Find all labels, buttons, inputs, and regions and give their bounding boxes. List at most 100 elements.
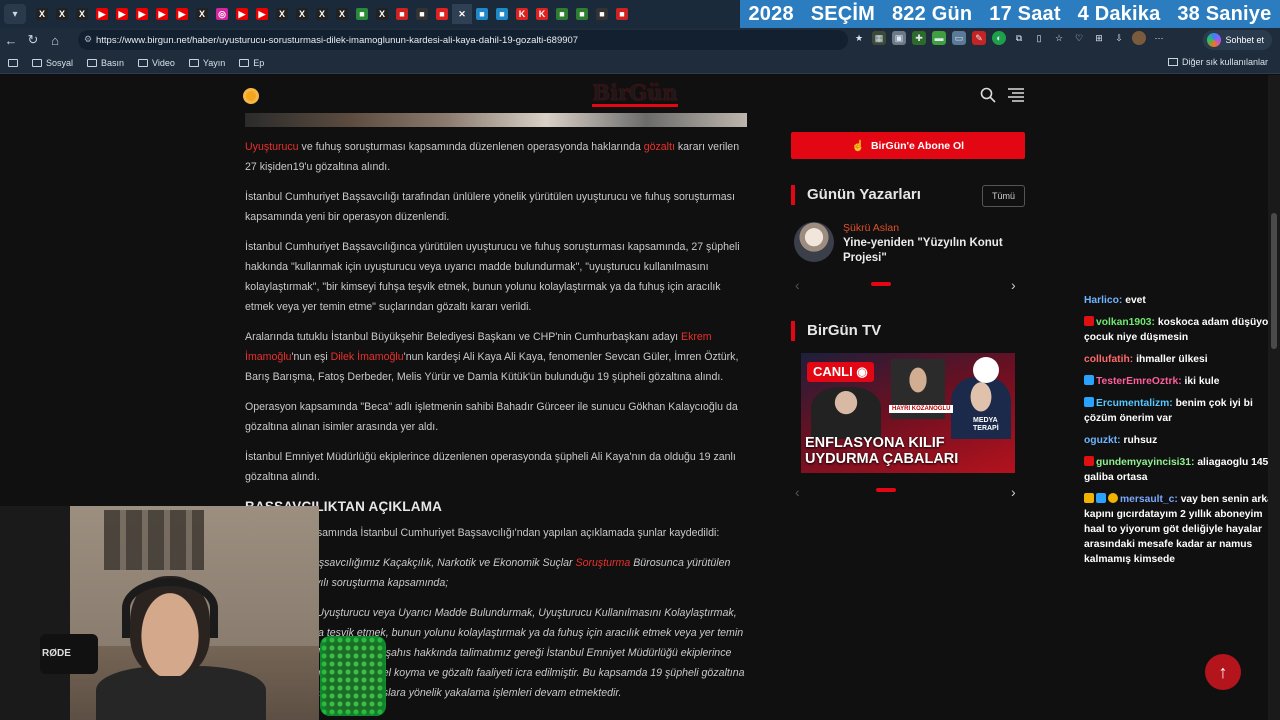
tab-news[interactable]: ■ bbox=[612, 4, 632, 24]
extension-icon[interactable]: ◐ bbox=[992, 31, 1006, 45]
collections-icon[interactable]: ⊞ bbox=[1092, 31, 1106, 45]
search-icon[interactable] bbox=[980, 87, 996, 103]
tab-news[interactable]: K bbox=[512, 4, 532, 24]
theme-toggle-sun-icon[interactable] bbox=[243, 88, 259, 104]
tab-youtube[interactable]: ▶ bbox=[112, 4, 132, 24]
extension-icon[interactable]: ▦ bbox=[872, 31, 886, 45]
back-arrow-icon[interactable]: ← bbox=[0, 29, 22, 51]
hamburger-menu-icon[interactable] bbox=[1008, 88, 1024, 102]
extension-icon[interactable]: ✚ bbox=[912, 31, 926, 45]
tab-x[interactable]: X bbox=[32, 4, 52, 24]
tv-video-thumbnail[interactable]: CANLI ◉ HAYRİ KOZANOĞLU MEDYA TERAPİ ENF… bbox=[801, 353, 1015, 473]
guest-photo bbox=[811, 387, 881, 439]
address-bar[interactable]: ⚙ https://www.birgun.net/haber/uyusturuc… bbox=[78, 30, 848, 50]
chat-message: volkan1903: koskoca adam düşüyor çocuk n… bbox=[1084, 315, 1274, 345]
author-card[interactable]: Şükrü Aslan Yine-yeniden "Yüzyılın Konut… bbox=[794, 222, 1024, 266]
tab-x[interactable]: X bbox=[72, 4, 92, 24]
tag-link[interactable]: Uyuşturucu bbox=[245, 141, 299, 153]
tab-x[interactable]: X bbox=[192, 4, 212, 24]
chat-username: collufatih: bbox=[1084, 354, 1134, 365]
bookmark-folder-video[interactable]: Video bbox=[138, 58, 175, 68]
split-screen-icon[interactable]: ▯ bbox=[1032, 31, 1046, 45]
bookmark-folder-social[interactable]: Sosyal bbox=[32, 58, 73, 68]
chat-username: Ercumentalizm: bbox=[1096, 398, 1173, 409]
tab-news[interactable]: ■ bbox=[352, 4, 372, 24]
author-headline[interactable]: Yine-yeniden "Yüzyılın Konut Projesi" bbox=[843, 236, 1023, 266]
copilot-chat-button[interactable]: Sohbet et bbox=[1203, 30, 1272, 50]
tab-youtube[interactable]: ▶ bbox=[92, 4, 112, 24]
author-name[interactable]: Şükrü Aslan bbox=[843, 222, 899, 234]
tab-x[interactable]: X bbox=[52, 4, 72, 24]
other-favorites[interactable]: Diğer sık kullanılanlar bbox=[1167, 57, 1268, 67]
subscribe-button[interactable]: ☝ BirGün'e Abone Ol bbox=[791, 132, 1025, 159]
tab-x[interactable]: X bbox=[312, 4, 332, 24]
extensions-puzzle-icon[interactable]: ⧉ bbox=[1012, 31, 1026, 45]
extension-icon[interactable]: ▭ bbox=[952, 31, 966, 45]
extension-icon[interactable]: ▬ bbox=[932, 31, 946, 45]
countdown-label: SEÇİM bbox=[810, 2, 876, 25]
crown-badge-icon bbox=[1084, 493, 1094, 503]
tab-instagram[interactable]: ◎ bbox=[212, 4, 232, 24]
tab-news[interactable]: ■ bbox=[592, 4, 612, 24]
bookmark-folder-press[interactable]: Basın bbox=[87, 58, 124, 68]
bookmark-folder-stream[interactable]: Yayın bbox=[188, 58, 225, 68]
more-menu-icon[interactable]: ⋯ bbox=[1152, 31, 1166, 45]
chat-text: ruhsuz bbox=[1123, 435, 1158, 446]
tab-list-chevron-icon[interactable]: ▾ bbox=[4, 4, 26, 24]
chat-username: Harlico: bbox=[1084, 295, 1123, 306]
gem-badge-icon bbox=[1084, 397, 1094, 407]
scroll-to-top-arrow-icon[interactable]: ↑ bbox=[1205, 654, 1241, 690]
tab-x[interactable]: X bbox=[292, 4, 312, 24]
tab-x[interactable]: X bbox=[332, 4, 352, 24]
tab-youtube[interactable]: ▶ bbox=[132, 4, 152, 24]
extension-icon[interactable]: ▣ bbox=[892, 31, 906, 45]
tab-x[interactable]: X bbox=[372, 4, 392, 24]
bookmark-folder-ep[interactable]: Ep bbox=[239, 58, 264, 68]
browser-essentials-icon[interactable]: ♡ bbox=[1072, 31, 1086, 45]
favorites-icon[interactable]: ☆ bbox=[1052, 31, 1066, 45]
tab-news[interactable]: ■ bbox=[392, 4, 412, 24]
downloads-icon[interactable]: ⇩ bbox=[1112, 31, 1126, 45]
tv-carousel-next-icon[interactable]: › bbox=[1011, 484, 1016, 500]
all-writers-button[interactable]: Tümü bbox=[982, 185, 1025, 207]
site-info-icon[interactable]: ⚙ bbox=[84, 34, 92, 45]
carousel-indicator[interactable] bbox=[871, 282, 891, 286]
tab-youtube[interactable]: ▶ bbox=[172, 4, 192, 24]
site-logo[interactable]: BirGün bbox=[592, 81, 678, 107]
carousel-prev-icon[interactable]: ‹ bbox=[795, 277, 800, 293]
gem-badge-icon bbox=[1096, 493, 1106, 503]
tab-youtube[interactable]: ▶ bbox=[252, 4, 272, 24]
countdown-minutes: 4 Dakika bbox=[1077, 2, 1161, 25]
tab-news[interactable]: ■ bbox=[412, 4, 432, 24]
carousel-next-icon[interactable]: › bbox=[1011, 277, 1016, 293]
guest-name-tag: HAYRİ KOZANOĞLU bbox=[889, 405, 954, 413]
article-image bbox=[245, 113, 747, 127]
tag-link[interactable]: Dilek İmamoğlu bbox=[331, 351, 404, 363]
microphone: RØDE bbox=[40, 634, 98, 674]
tab-news[interactable]: ■ bbox=[472, 4, 492, 24]
countdown-seconds: 38 Saniye bbox=[1177, 2, 1272, 25]
tab-news[interactable]: ■ bbox=[552, 4, 572, 24]
tab-news[interactable]: ■ bbox=[492, 4, 512, 24]
tab-news[interactable]: ■ bbox=[432, 4, 452, 24]
profile-avatar[interactable] bbox=[1132, 31, 1146, 45]
favorite-star-icon[interactable]: ★ bbox=[852, 31, 866, 45]
tab-active-close-icon[interactable]: ✕ bbox=[452, 4, 472, 24]
countdown-hours: 17 Saat bbox=[989, 2, 1061, 25]
reload-icon[interactable]: ↻ bbox=[22, 29, 44, 51]
tab-youtube[interactable]: ▶ bbox=[232, 4, 252, 24]
tag-link[interactable]: gözaltı bbox=[644, 141, 675, 153]
tv-carousel-prev-icon[interactable]: ‹ bbox=[795, 484, 800, 500]
tab-youtube[interactable]: ▶ bbox=[152, 4, 172, 24]
scrollbar-thumb[interactable] bbox=[1271, 213, 1277, 349]
extensions-row: ★ ▦ ▣ ✚ ▬ ▭ ✎ ◐ ⧉ ▯ ☆ ♡ ⊞ ⇩ ⋯ bbox=[852, 31, 1166, 45]
tab-news[interactable]: ■ bbox=[572, 4, 592, 24]
tab-news[interactable]: K bbox=[532, 4, 552, 24]
tv-carousel-indicator[interactable] bbox=[876, 488, 896, 492]
page-scrollbar[interactable] bbox=[1268, 75, 1280, 720]
tab-x[interactable]: X bbox=[272, 4, 292, 24]
extension-icon[interactable]: ✎ bbox=[972, 31, 986, 45]
tag-link[interactable]: Soruşturma bbox=[576, 557, 631, 569]
bookmark-sidebar-icon[interactable] bbox=[8, 58, 18, 67]
home-icon[interactable]: ⌂ bbox=[44, 29, 66, 51]
